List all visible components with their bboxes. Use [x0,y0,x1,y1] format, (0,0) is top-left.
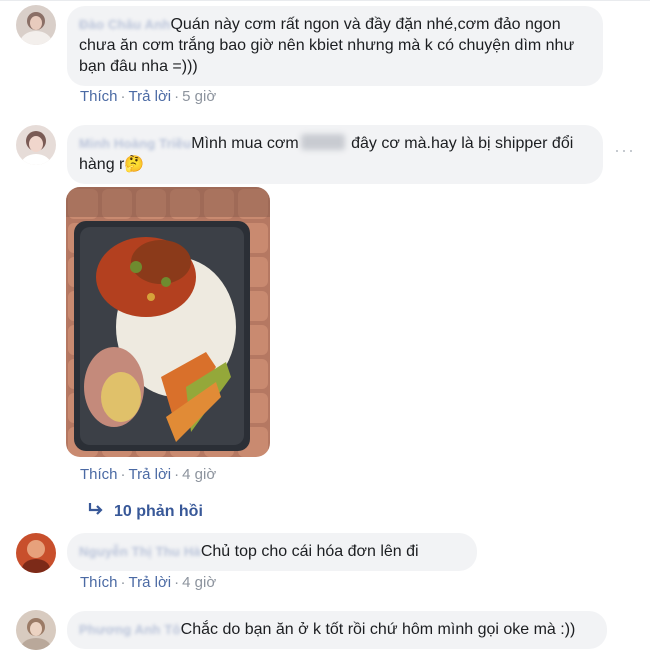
comment-author[interactable]: Nguyễn Thị Thu Hà [79,544,201,559]
reply-link[interactable]: Trả lời [129,88,172,105]
like-link[interactable]: Thích [80,574,118,591]
comment-actions: Thích · Trả lời · 4 giờ [80,574,216,591]
timestamp[interactable]: 5 giờ [182,88,216,105]
comment-bubble: Nguyễn Thị Thu HàChủ top cho cái hóa đơn… [67,533,477,571]
reply-link[interactable]: Trả lời [129,466,172,483]
redacted-word [300,134,345,150]
comment-text: Chắc do bạn ăn ở k tốt rồi chứ hôm mình … [180,621,576,638]
comment-actions: Thích · Trả lời · 4 giờ [80,466,216,483]
comment-bubble: Đào Châu AnhQuán này cơm rất ngon và đầy… [67,6,603,86]
like-link[interactable]: Thích [80,466,118,483]
avatar[interactable] [16,125,56,165]
avatar[interactable] [16,5,56,45]
separator-dot: · [120,88,126,105]
comment-text-part: Mình mua cơm [191,135,299,152]
separator-dot: · [120,466,126,483]
comment-bubble: Phương Anh TôChắc do bạn ăn ở k tốt rồi … [67,611,607,649]
comment-author[interactable]: Đào Châu Anh [79,17,170,32]
separator-dot: · [120,574,126,591]
comment-author[interactable]: Phương Anh Tô [79,622,181,637]
comment-author[interactable]: Minh Hoàng Triều [79,136,191,151]
separator-dot: · [174,466,180,483]
reply-arrow-icon [88,502,106,521]
separator-dot: · [174,574,180,591]
reply-link[interactable]: Trả lời [129,574,172,591]
top-divider [0,0,650,1]
comment-text: Chủ top cho cái hóa đơn lên đi [200,543,419,560]
comment-bubble: Minh Hoàng TriềuMình mua cơm đây cơ mà.h… [67,125,603,184]
timestamp[interactable]: 4 giờ [182,574,216,591]
comment-actions: Thích · Trả lời · 5 giờ [80,88,216,105]
replies-count-label[interactable]: 10 phản hồi [114,503,203,520]
timestamp[interactable]: 4 giờ [182,466,216,483]
comment-photo[interactable] [66,187,270,457]
more-options-icon[interactable]: ··· [614,140,635,161]
avatar[interactable] [16,610,56,650]
view-replies-link[interactable]: 10 phản hồi [88,502,203,521]
like-link[interactable]: Thích [80,88,118,105]
separator-dot: · [174,88,180,105]
avatar[interactable] [16,533,56,573]
